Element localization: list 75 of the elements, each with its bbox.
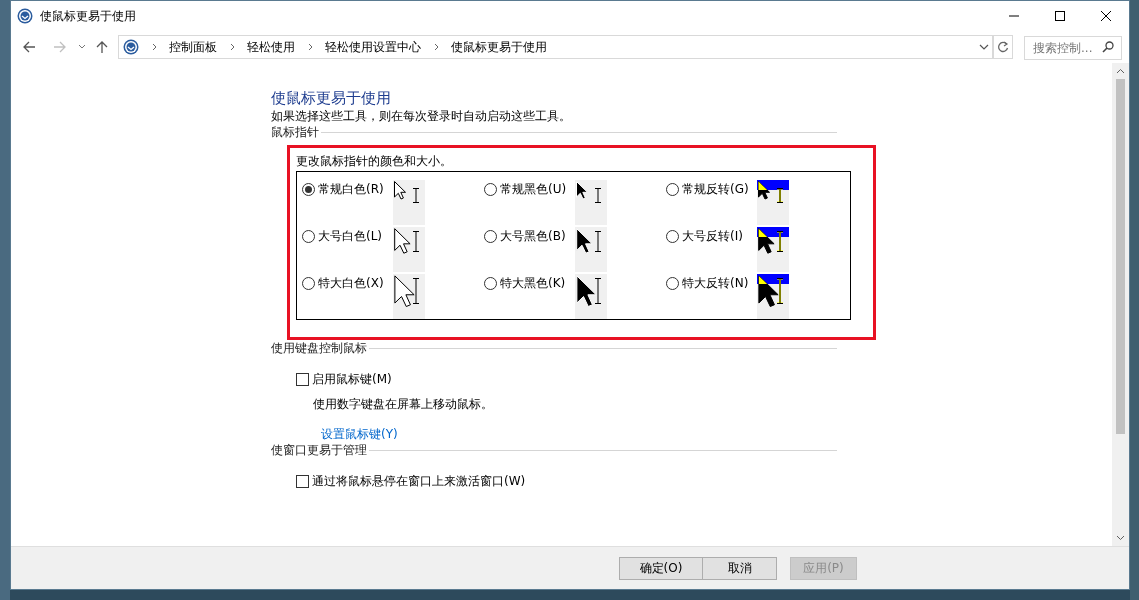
- radio-button[interactable]: [302, 277, 315, 290]
- radio-button[interactable]: [484, 230, 497, 243]
- breadcrumb-item[interactable]: 控制面板: [169, 38, 217, 56]
- address-bar[interactable]: 控制面板 轻松使用 轻松使用设置中心 使鼠标更易于使用: [118, 35, 993, 59]
- search-field[interactable]: 搜索控制...: [1024, 36, 1122, 60]
- control-panel-icon: [123, 39, 139, 55]
- section-heading: 使窗口更易于管理: [271, 442, 367, 458]
- checkbox[interactable]: [296, 372, 309, 386]
- option-description: 使用数字键盘在屏幕上移动鼠标。: [313, 396, 494, 412]
- breadcrumb-item[interactable]: 轻松使用: [247, 38, 295, 56]
- refresh-button[interactable]: [993, 35, 1013, 59]
- search-icon: [1102, 41, 1114, 53]
- section-heading: 使用键盘控制鼠标: [271, 340, 367, 356]
- control-panel-icon: [17, 8, 33, 24]
- scrollbar-thumb[interactable]: [1116, 79, 1125, 434]
- arrow-pointer-icon: [758, 275, 779, 308]
- arrow-pointer-icon: [394, 275, 415, 308]
- text-cursor-icon: [776, 278, 784, 304]
- text-cursor-icon: [776, 188, 784, 203]
- chevron-right-icon: [230, 43, 236, 51]
- chevron-right-icon: [152, 43, 158, 51]
- instruction-text: 更改鼠标指针的颜色和大小。: [296, 154, 453, 168]
- page-heading: 使鼠标更易于使用: [271, 88, 392, 108]
- up-arrow-icon: [95, 40, 109, 54]
- section-heading: 鼠标指针: [271, 124, 319, 140]
- radio-button[interactable]: [484, 183, 497, 196]
- text-cursor-icon: [412, 231, 420, 252]
- radio-button[interactable]: [666, 183, 679, 196]
- arrow-pointer-icon: [394, 181, 406, 200]
- refresh-icon: [997, 41, 1009, 53]
- checkbox-option[interactable]: 通过将鼠标悬停在窗口上来激活窗口(W): [296, 473, 837, 489]
- maximize-icon: [1055, 11, 1065, 21]
- chevron-down-icon: [78, 44, 86, 50]
- chevron-right-icon: [308, 43, 314, 51]
- close-icon: [1101, 11, 1111, 21]
- radio-button[interactable]: [666, 277, 679, 290]
- chevron-right-icon: [434, 43, 440, 51]
- radio-button[interactable]: [666, 230, 679, 243]
- arrow-pointer-icon: [758, 181, 770, 200]
- scrollbar[interactable]: [1112, 63, 1129, 546]
- radio-option[interactable]: 常规白色(R): [302, 180, 393, 227]
- text-cursor-icon: [594, 278, 602, 304]
- radio-option[interactable]: 大号黑色(B): [484, 227, 575, 274]
- window-title: 使鼠标更易于使用: [40, 8, 136, 25]
- dialog-button[interactable]: 取消: [702, 556, 777, 580]
- radio-button[interactable]: [302, 183, 315, 196]
- radio-button[interactable]: [484, 277, 497, 290]
- radio-option[interactable]: 常规反转(G): [666, 180, 757, 227]
- radio-button[interactable]: [302, 230, 315, 243]
- scroll-down-icon: [1116, 535, 1125, 541]
- arrow-pointer-icon: [576, 228, 593, 255]
- arrow-pointer-icon: [394, 228, 411, 255]
- scroll-up-icon: [1116, 68, 1125, 74]
- settings-link[interactable]: 设置鼠标键(Y): [321, 426, 398, 442]
- dialog-button[interactable]: 确定(O): [619, 556, 703, 580]
- checkbox[interactable]: [296, 474, 309, 488]
- radio-option[interactable]: 大号白色(L): [302, 227, 393, 274]
- arrow-pointer-icon: [758, 228, 775, 255]
- text-cursor-icon: [412, 278, 420, 304]
- arrow-pointer-icon: [576, 181, 588, 200]
- breadcrumb-item[interactable]: 使鼠标更易于使用: [451, 38, 547, 56]
- radio-option[interactable]: 特大反转(N): [666, 274, 757, 321]
- chevron-down-icon: [979, 44, 989, 50]
- arrow-pointer-icon: [576, 275, 597, 308]
- text-cursor-icon: [776, 231, 784, 252]
- radio-option[interactable]: 常规黑色(U): [484, 180, 575, 227]
- text-cursor-icon: [594, 188, 602, 203]
- radio-option[interactable]: 特大白色(X): [302, 274, 393, 321]
- radio-option[interactable]: 大号反转(I): [666, 227, 757, 274]
- page-description: 如果选择这些工具，则在每次登录时自动启动这些工具。: [271, 108, 572, 124]
- text-cursor-icon: [412, 188, 420, 203]
- text-cursor-icon: [594, 231, 602, 252]
- breadcrumb-item[interactable]: 轻松使用设置中心: [325, 38, 421, 56]
- checkbox-option[interactable]: 启用鼠标键(M): [296, 371, 837, 387]
- radio-option[interactable]: 特大黑色(K): [484, 274, 575, 321]
